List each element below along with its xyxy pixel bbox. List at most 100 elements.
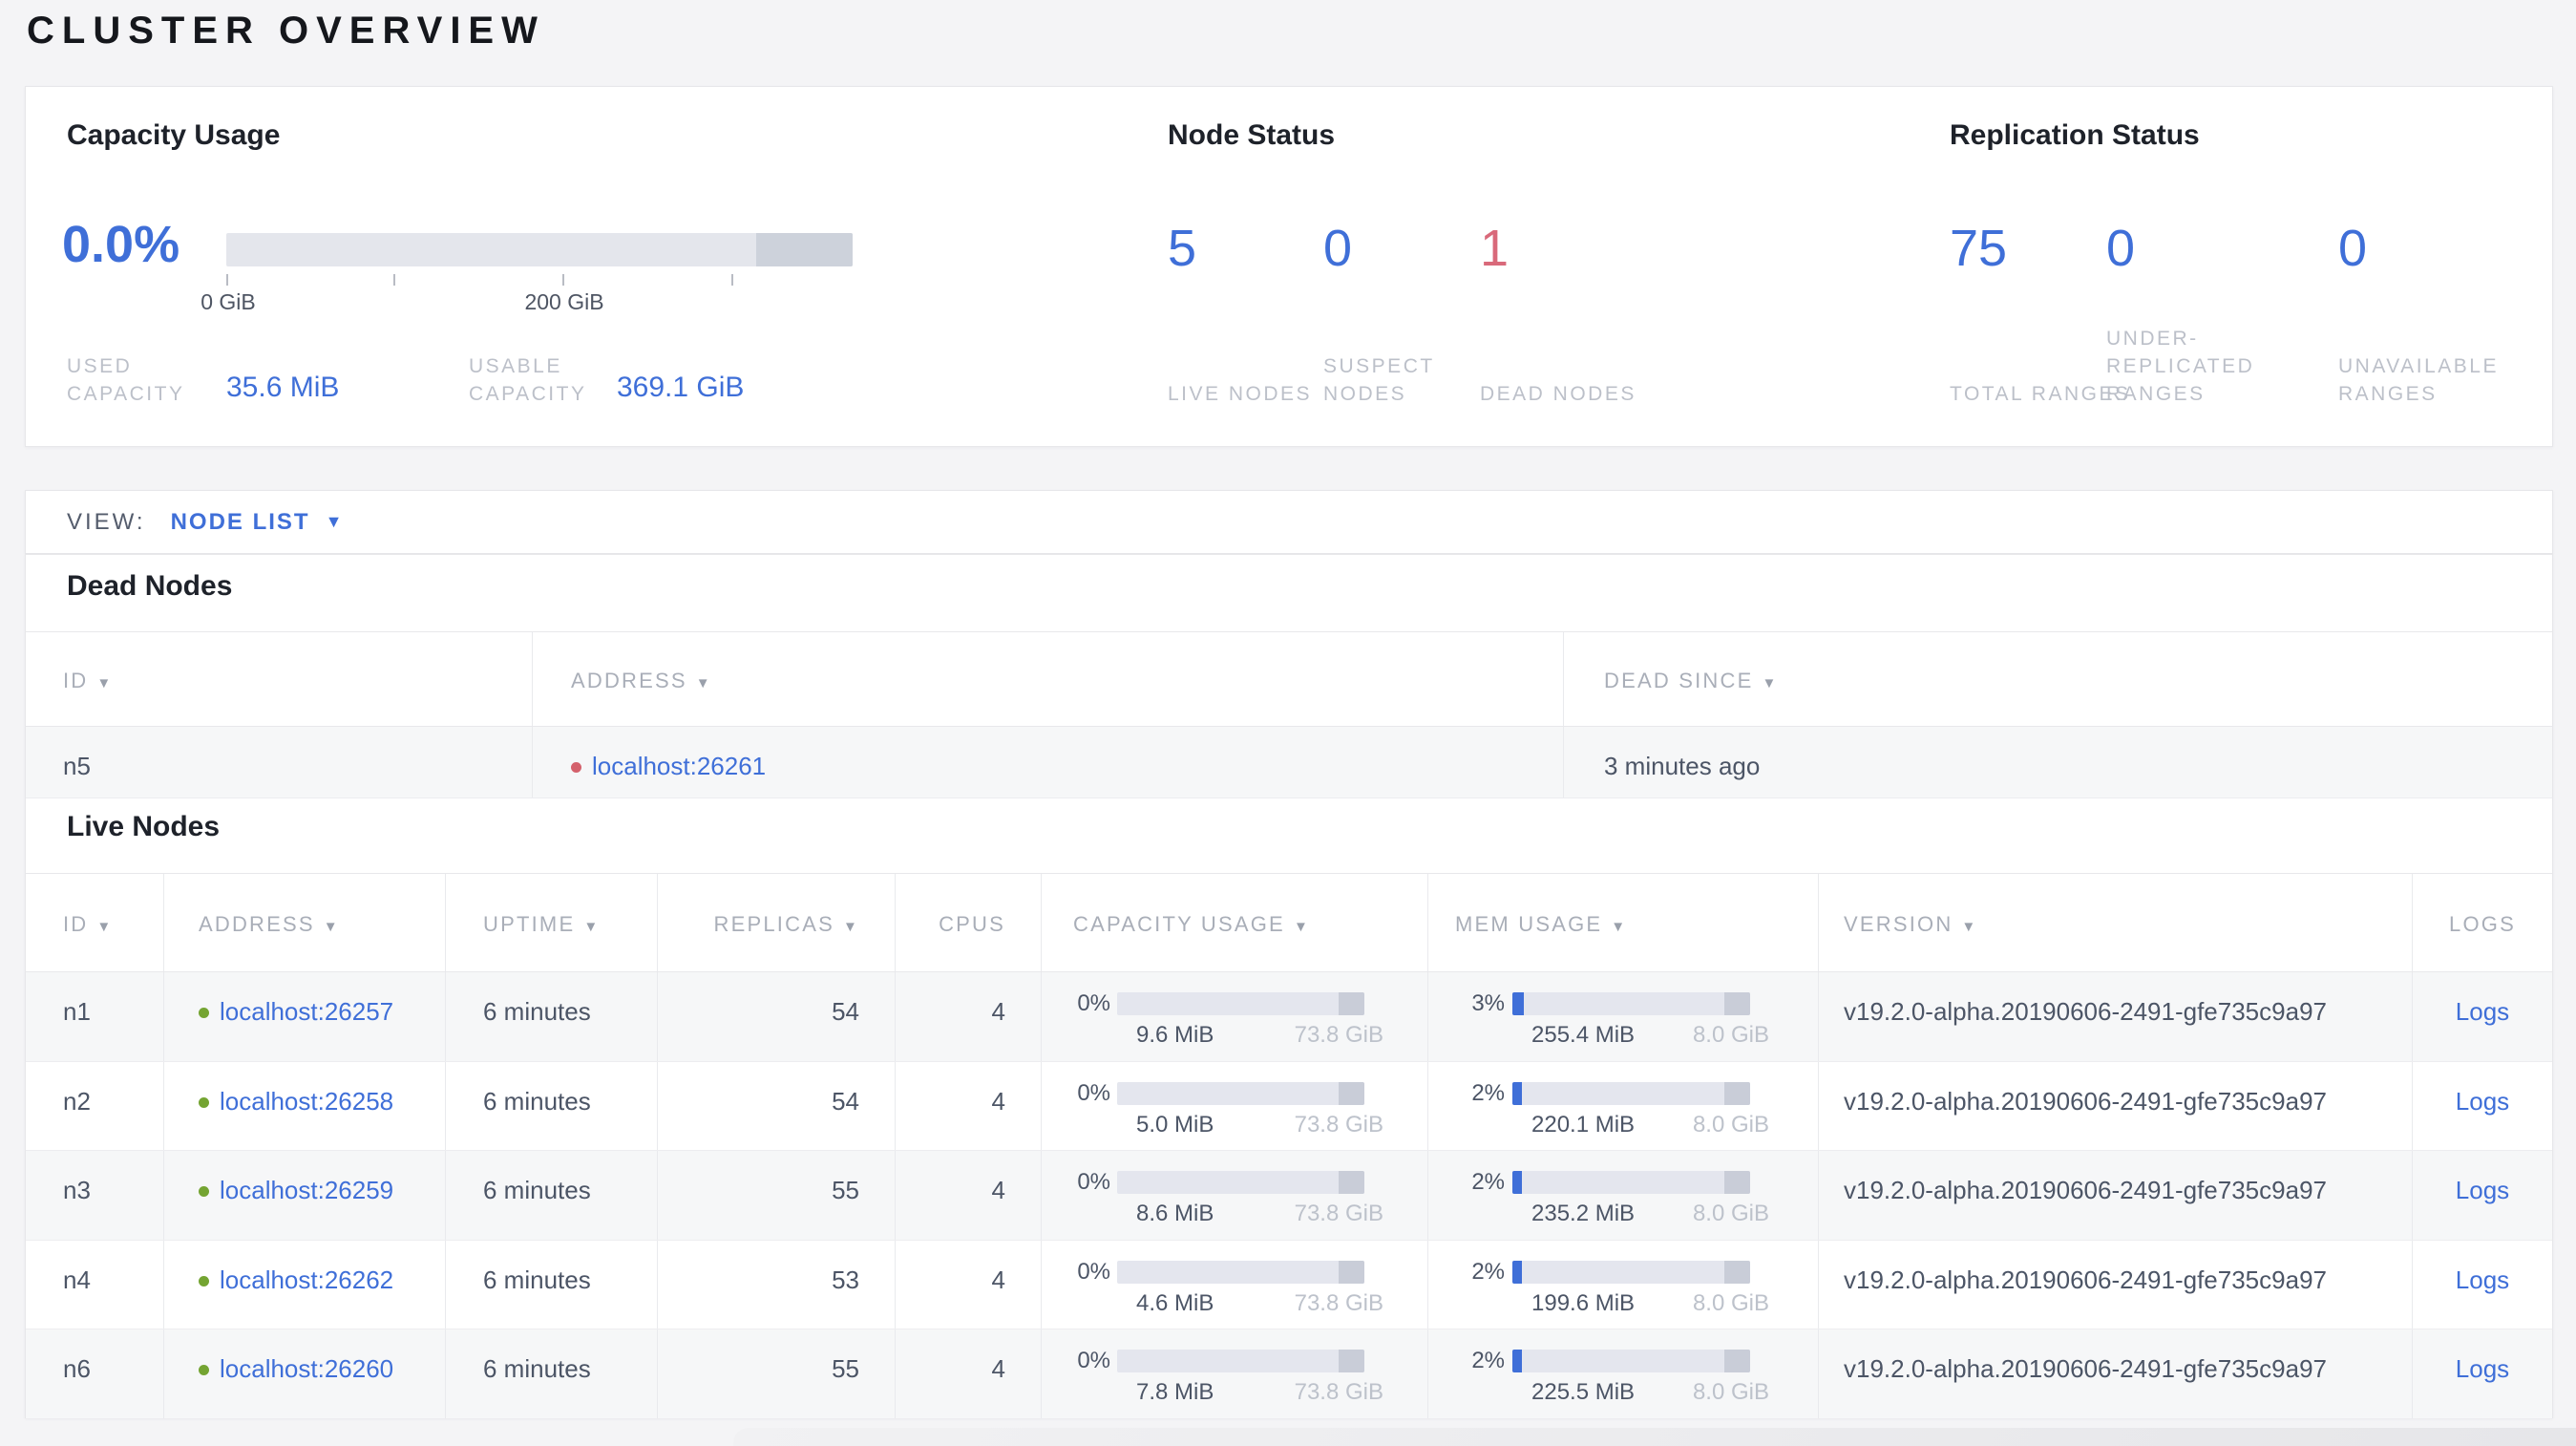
logs-cell: Logs (2413, 1329, 2552, 1418)
table-row: n6 localhost:26260 6 minutes 55 4 0% 7.8… (26, 1329, 2552, 1419)
sort-desc-icon: ▼ (1762, 675, 1779, 691)
table-row: n5 localhost:26261 3 minutes ago (26, 727, 2552, 798)
node-address-link[interactable]: localhost:26258 (220, 1087, 393, 1116)
column-header-id[interactable]: ID ▼ (26, 632, 533, 726)
mem-minibar (1512, 992, 1750, 1015)
chevron-down-icon[interactable]: ▼ (326, 512, 343, 532)
mem-usage-cell: 3% 255.4 MiB 8.0 GiB (1428, 972, 1819, 1061)
node-id-cell: n1 (26, 972, 164, 1061)
node-uptime-cell: 6 minutes (446, 972, 658, 1061)
sort-desc-icon: ▼ (583, 919, 601, 935)
column-header-capacity-usage[interactable]: CAPACITY USAGE ▼ (1042, 874, 1428, 971)
axis-tick-label: 200 GiB (524, 289, 604, 314)
capacity-total-value: 73.8 GiB (1294, 1111, 1383, 1138)
node-address-link[interactable]: localhost:26259 (220, 1176, 393, 1204)
used-capacity-value: 35.6 MiB (226, 372, 340, 403)
mem-percent: 2% (1471, 1079, 1505, 1106)
node-address-link[interactable]: localhost:26261 (592, 752, 766, 780)
mem-used-value: 225.5 MiB (1531, 1379, 1636, 1405)
node-address-link[interactable]: localhost:26262 (220, 1265, 393, 1294)
capacity-total-value: 73.8 GiB (1294, 1379, 1383, 1405)
column-header-dead-since[interactable]: DEAD SINCE ▼ (1564, 632, 2552, 726)
node-address-cell: localhost:26260 (164, 1329, 446, 1418)
logs-link[interactable]: Logs (2456, 1176, 2509, 1204)
mem-minibar-fill (1512, 1171, 1522, 1194)
capacity-percent: 0% (1077, 1348, 1110, 1373)
node-version-cell: v19.2.0-alpha.20190606-2491-gfe735c9a97 (1819, 1240, 2413, 1329)
logs-cell: Logs (2413, 1241, 2552, 1329)
capacity-bar-reserved-segment (756, 233, 853, 266)
mem-used-value: 255.4 MiB (1531, 1022, 1636, 1048)
axis-tick (226, 274, 228, 286)
mem-used-value: 235.2 MiB (1531, 1201, 1636, 1226)
node-dead-status-icon (571, 762, 581, 773)
node-cpus-cell: 4 (896, 1061, 1042, 1150)
column-header-replicas[interactable]: REPLICAS ▼ (658, 874, 896, 971)
node-id-cell: n5 (26, 727, 533, 797)
column-header-cpus: CPUS (896, 874, 1042, 971)
logs-link[interactable]: Logs (2456, 997, 2509, 1026)
logs-link[interactable]: Logs (2456, 1087, 2509, 1116)
column-header-address[interactable]: ADDRESS ▼ (533, 632, 1564, 726)
node-replicas-cell: 54 (658, 972, 896, 1061)
node-live-status-icon (199, 1186, 209, 1197)
mem-total-value: 8.0 GiB (1692, 1289, 1769, 1316)
mem-used-value: 220.1 MiB (1531, 1111, 1636, 1138)
capacity-minibar (1117, 1260, 1364, 1284)
live-nodes-table: ID ▼ ADDRESS ▼ UPTIME ▼ REPLICAS ▼ CPUS CAPACITY … (26, 873, 2552, 1419)
dead-nodes-table: ID ▼ ADDRESS ▼ DEAD SINCE ▼ n5 localhost:2626… (26, 631, 2552, 798)
node-replicas-cell: 55 (658, 1329, 896, 1418)
mem-minibar (1512, 1260, 1750, 1284)
node-cpus-cell: 4 (896, 1151, 1042, 1240)
nodes-tables-panel: Dead Nodes ID ▼ ADDRESS ▼ DEAD SINCE ▼ n5 loc… (25, 554, 2553, 1419)
node-version-cell: v19.2.0-alpha.20190606-2491-gfe735c9a97 (1819, 972, 2413, 1061)
node-address-link[interactable]: localhost:26260 (220, 1354, 393, 1383)
column-header-uptime[interactable]: UPTIME ▼ (446, 874, 658, 971)
capacity-usage-bar (226, 233, 853, 266)
stat-value: 1 (1480, 220, 1510, 277)
column-header-address[interactable]: ADDRESS ▼ (164, 874, 446, 971)
stat-unavailable-ranges: 0 UNAVAILABLE RANGES (2338, 87, 2524, 446)
axis-tick-label: 0 GiB (201, 289, 256, 314)
table-row: n4 localhost:26262 6 minutes 53 4 0% 4.6… (26, 1240, 2552, 1329)
column-header-mem-usage[interactable]: MEM USAGE ▼ (1428, 874, 1819, 971)
sort-desc-icon: ▼ (96, 675, 114, 691)
capacity-minibar-reserved (1339, 1260, 1364, 1284)
dead-since-cell: 3 minutes ago (1604, 752, 1761, 780)
axis-tick (393, 274, 395, 286)
node-address-cell: localhost:26259 (164, 1151, 446, 1240)
capacity-used-value: 7.8 MiB (1136, 1379, 1214, 1405)
page-title: CLUSTER OVERVIEW (27, 10, 545, 52)
table-row: n1 localhost:26257 6 minutes 54 4 0% 9.6… (26, 972, 2552, 1062)
table-row: n2 localhost:26258 6 minutes 54 4 0% 5.0… (26, 1061, 2552, 1151)
mem-percent: 3% (1471, 990, 1505, 1016)
node-address-link[interactable]: localhost:26257 (220, 997, 393, 1026)
mem-percent: 2% (1471, 1348, 1505, 1373)
column-header-version[interactable]: VERSION ▼ (1819, 874, 2413, 971)
mem-minibar-reserved (1724, 1081, 1750, 1105)
node-address-cell: localhost:26261 (533, 727, 1564, 797)
capacity-total-value: 73.8 GiB (1294, 1201, 1383, 1226)
capacity-usage-title: Capacity Usage (67, 119, 281, 151)
node-uptime-cell: 6 minutes (446, 1061, 658, 1150)
capacity-usage-cell: 0% 5.0 MiB 73.8 GiB (1042, 1061, 1428, 1150)
capacity-minibar (1117, 1081, 1364, 1105)
capacity-used-value: 9.6 MiB (1136, 1022, 1214, 1048)
logs-link[interactable]: Logs (2456, 1354, 2509, 1383)
dead-nodes-header-row: ID ▼ ADDRESS ▼ DEAD SINCE ▼ (26, 631, 2552, 727)
logs-link[interactable]: Logs (2456, 1265, 2509, 1294)
live-nodes-header-row: ID ▼ ADDRESS ▼ UPTIME ▼ REPLICAS ▼ CPUS CAPACITY … (26, 873, 2552, 972)
capacity-usage-cell: 0% 7.8 MiB 73.8 GiB (1042, 1329, 1428, 1418)
capacity-total-value: 73.8 GiB (1294, 1289, 1383, 1316)
logs-cell: Logs (2413, 1062, 2552, 1151)
sort-desc-icon: ▼ (1293, 919, 1310, 935)
capacity-used-value: 5.0 MiB (1136, 1111, 1214, 1138)
dead-nodes-body: n5 localhost:26261 3 minutes ago (26, 727, 2552, 798)
node-live-status-icon (199, 1365, 209, 1375)
usable-capacity-label: USABLE CAPACITY (469, 355, 587, 405)
mem-used-value: 199.6 MiB (1531, 1289, 1636, 1316)
column-header-id[interactable]: ID ▼ (26, 874, 164, 971)
node-cpus-cell: 4 (896, 1329, 1042, 1418)
stat-label: UNAVAILABLE RANGES (2338, 355, 2499, 405)
view-dropdown[interactable]: NODE LIST (171, 509, 310, 536)
